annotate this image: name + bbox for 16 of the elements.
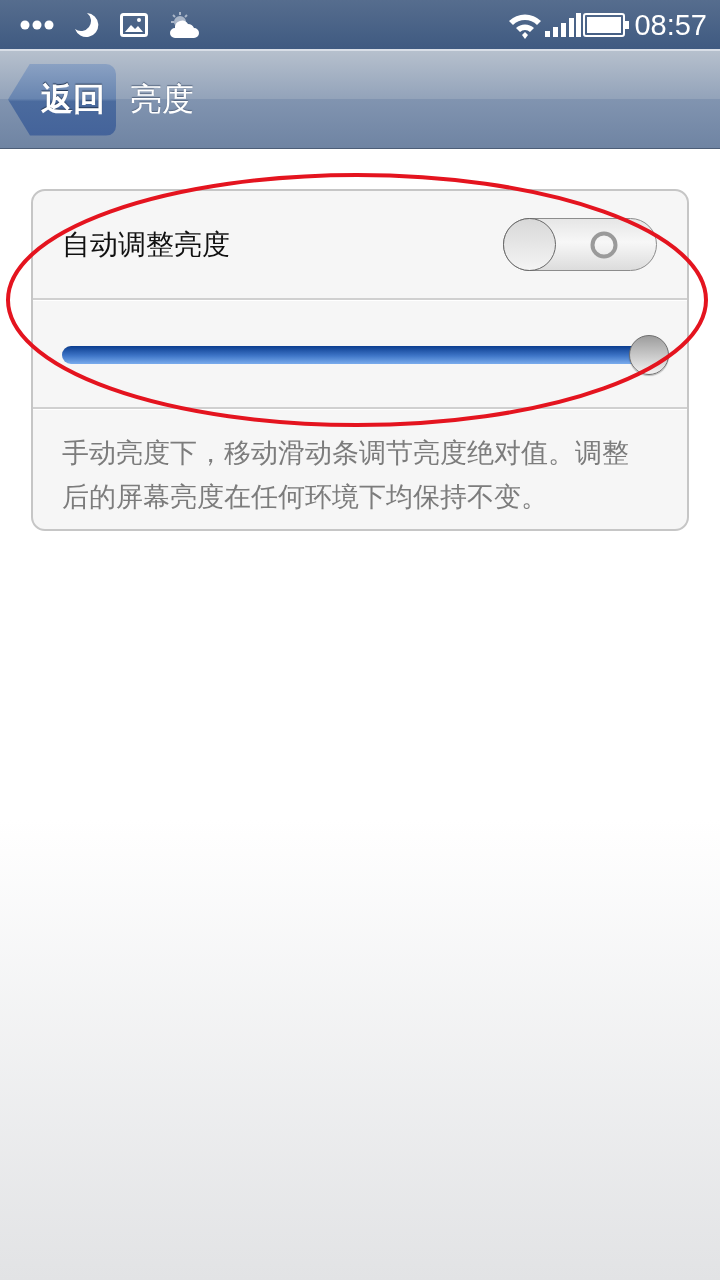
clock-time: 08:57 [634, 7, 707, 42]
more-dots-icon [20, 19, 54, 30]
setting-label: 自动调整亮度 [62, 227, 230, 262]
image-icon [120, 12, 148, 37]
toggle-knob[interactable] [503, 218, 556, 271]
sun-cloud-icon [169, 11, 199, 38]
moon-icon [75, 12, 99, 37]
slider-thumb[interactable] [629, 334, 669, 375]
page-title: 亮度 [130, 79, 194, 119]
back-button[interactable]: 返回 [8, 63, 116, 136]
signal-bars-icon [545, 12, 582, 37]
auto-brightness-toggle[interactable] [503, 218, 657, 271]
ring-icon [590, 231, 618, 259]
brightness-slider-track[interactable] [62, 335, 669, 376]
battery-icon [583, 12, 630, 37]
description-text: 手动亮度下，移动滑动条调节亮度绝对值。调整后的屏幕亮度在任何环境下均保持不变。 [62, 437, 630, 514]
